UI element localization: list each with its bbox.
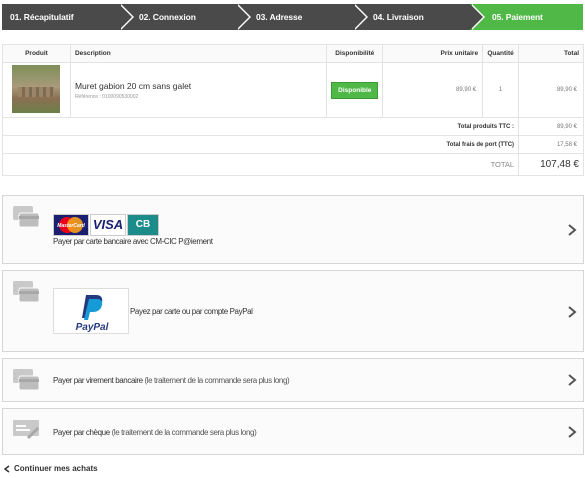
continue-shopping-link[interactable]: Continuer mes achats <box>4 464 98 473</box>
step-connexion[interactable]: 02. Connexion <box>119 4 251 30</box>
col-header-product: Produit <box>2 44 71 63</box>
step-label: 03. Adresse <box>256 12 303 22</box>
credit-card-icon <box>13 369 40 391</box>
chevron-right-icon <box>568 224 577 236</box>
transfer-payment-label: Payer par virement bancaire <box>53 376 143 385</box>
chevron-right-icon <box>568 374 577 386</box>
transfer-payment-note: (le traitement de la commande sera plus … <box>144 376 290 385</box>
availability-badge: Disponible <box>331 81 379 99</box>
step-recapitulatif[interactable]: 01. Récapitulatif <box>2 4 134 30</box>
cheque-payment-note: (le traitement de la commande sera plus … <box>111 428 257 437</box>
products-total-label: Total produits TTC : <box>1 117 520 136</box>
credit-card-icon <box>13 206 40 228</box>
paypal-logo: PayPal <box>53 288 129 334</box>
products-total-row: Total produits TTC : 89,90 € <box>1 117 584 136</box>
cb-logo: CB <box>127 214 159 236</box>
unit-price: 89,90 € <box>382 62 484 118</box>
payment-option-cheque[interactable]: Payer par chèque (le traitement de la co… <box>2 408 584 455</box>
col-header-unit-price: Prix unitaire <box>382 44 484 63</box>
credit-card-icon <box>13 281 40 303</box>
step-label: 02. Connexion <box>139 12 196 22</box>
payment-option-transfer[interactable]: Payer par virement bancaire (le traiteme… <box>2 358 584 402</box>
step-label: 05. Paiement <box>492 12 543 22</box>
grand-total-value: 107,48 € <box>518 153 584 176</box>
visa-logo: VISA <box>90 214 126 236</box>
step-adresse[interactable]: 03. Adresse <box>236 4 368 30</box>
col-header-availability: Disponibilité <box>326 44 384 63</box>
col-header-description: Description <box>69 44 328 63</box>
step-label: 04. Livraison <box>373 12 424 22</box>
col-header-total: Total <box>518 44 584 63</box>
line-total: 89,90 € <box>518 62 584 118</box>
table-header-row: Produit Description Disponibilité Prix u… <box>2 44 584 63</box>
grand-total-row: TOTAL 107,48 € <box>1 153 584 176</box>
svg-text:MasterCard: MasterCard <box>57 223 85 229</box>
col-header-quantity: Quantité <box>482 44 520 63</box>
payment-option-card[interactable]: MasterCard VISA CB Payer par carte banca… <box>2 195 584 264</box>
shipping-total-label: Total frais de port (TTC) <box>1 135 520 154</box>
product-name[interactable]: Muret gabion 20 cm sans galet <box>75 81 326 91</box>
step-label: 01. Récapitulatif <box>10 12 74 22</box>
card-logos: MasterCard VISA CB <box>53 214 159 236</box>
shipping-total-value: 17,58 € <box>518 135 584 154</box>
quantity-value: 1 <box>482 62 520 118</box>
shipping-total-row: Total frais de port (TTC) 17,58 € <box>1 135 584 154</box>
chevron-right-icon <box>568 306 577 318</box>
payment-option-paypal[interactable]: PayPal Payez par carte ou par compte Pay… <box>2 270 584 352</box>
svg-text:PayPal: PayPal <box>76 322 109 333</box>
checkout-steps: 01. Récapitulatif 02. Connexion 03. Adre… <box>2 4 583 30</box>
paypal-payment-label: Payez par carte ou par compte PayPal <box>130 307 253 316</box>
products-total-value: 89,90 € <box>518 117 584 136</box>
step-paiement-active: 05. Paiement <box>470 4 583 30</box>
cart-summary-table: Produit Description Disponibilité Prix u… <box>1 44 584 176</box>
cheque-icon <box>13 420 39 439</box>
card-payment-label: Payer par carte bancaire avec CM-CIC P@i… <box>53 237 213 246</box>
cheque-payment-label: Payer par chèque <box>53 428 110 437</box>
product-reference: Référence : 0100090530002 <box>74 93 139 100</box>
table-row: Muret gabion 20 cm sans galet Référence … <box>2 62 584 118</box>
continue-shopping-label: Continuer mes achats <box>14 464 98 473</box>
mastercard-logo: MasterCard <box>53 214 89 236</box>
product-thumbnail[interactable] <box>12 65 61 113</box>
chevron-right-icon <box>568 426 577 438</box>
step-livraison[interactable]: 04. Livraison <box>353 4 485 30</box>
grand-total-label: TOTAL <box>1 153 520 176</box>
chevron-left-icon <box>4 464 10 473</box>
